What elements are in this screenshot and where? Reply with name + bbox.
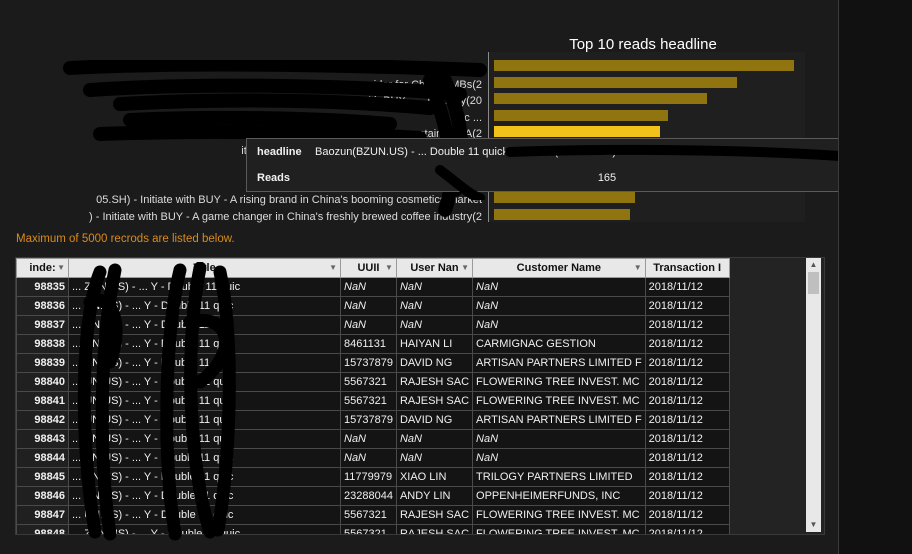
cell-uuii: NaN <box>340 277 397 297</box>
cell-transaction: 2018/11/12 <box>644 353 730 373</box>
cell-transaction: 2018/11/12 <box>644 410 730 430</box>
cell-user-name: ANDY LIN <box>395 486 474 506</box>
cell-customer-name: FLOWERING TREE INVEST. MC <box>472 372 646 392</box>
window-edge <box>839 0 912 554</box>
table-vertical-scrollbar[interactable]: ▲ ▼ <box>806 258 821 532</box>
cell-uuii: 15737879 <box>340 410 397 430</box>
cell-index: 98836 <box>16 296 69 316</box>
redaction-scribble <box>435 144 838 200</box>
cell-index: 98841 <box>16 391 69 411</box>
cell-uuii: 11779979 <box>340 467 397 487</box>
cell-index: 98835 <box>16 277 69 297</box>
cell-uuii: NaN <box>340 315 397 335</box>
cell-user-name: RAJESH SAC <box>395 505 474 525</box>
cell-customer-name: NaN <box>472 315 646 335</box>
filter-icon[interactable]: ▼ <box>461 263 469 272</box>
redaction-scribble <box>77 262 236 541</box>
column-header-user-name[interactable]: User Nan ▼ <box>395 258 474 278</box>
column-header-index[interactable]: inde: ▼ <box>16 258 69 278</box>
cell-uuii: 5567321 <box>340 505 397 525</box>
bar-1[interactable] <box>494 60 794 71</box>
cell-index: 98837 <box>16 315 69 335</box>
cell-user-name: NaN <box>395 429 474 449</box>
cell-user-name: HAIYAN LI <box>395 334 474 354</box>
cell-transaction: 2018/11/12 <box>644 296 730 316</box>
scrollbar-thumb[interactable] <box>808 272 819 294</box>
column-header-transaction[interactable]: Transaction I <box>644 258 730 278</box>
cell-uuii: 5567321 <box>340 372 397 392</box>
cell-customer-name: FLOWERING TREE INVEST. MC <box>472 505 646 525</box>
cell-uuii: NaN <box>340 296 397 316</box>
bar-3[interactable] <box>494 93 707 104</box>
dashboard-panel: Top 10 reads headline UN.US) - ... de(2 i… <box>0 0 839 554</box>
cell-transaction: 2018/11/12 <box>644 277 730 297</box>
cell-index: 98838 <box>16 334 69 354</box>
cell-transaction: 2018/11/12 <box>644 486 730 506</box>
cell-uuii: 5567321 <box>340 391 397 411</box>
cell-transaction: 2018/11/12 <box>644 467 730 487</box>
filter-icon[interactable]: ▼ <box>634 263 642 272</box>
column-header-customer-name[interactable]: Customer Name ▼ <box>472 258 646 278</box>
cell-customer-name: CARMIGNAC GESTION <box>472 334 646 354</box>
cell-user-name: NaN <box>395 277 474 297</box>
cell-customer-name: NaN <box>472 429 646 449</box>
cell-customer-name: TRILOGY PARTNERS LIMITED <box>472 467 646 487</box>
cell-user-name: DAVID NG <box>395 353 474 373</box>
cell-user-name: DAVID NG <box>395 410 474 430</box>
cell-uuii: NaN <box>340 429 397 449</box>
cell-uuii: 5567321 <box>340 524 397 534</box>
cell-user-name: NaN <box>395 448 474 468</box>
cell-uuii: 8461131 <box>340 334 397 354</box>
cell-customer-name: OPPENHEIMERFUNDS, INC <box>472 486 646 506</box>
cell-uuii: 15737879 <box>340 353 397 373</box>
cell-user-name: NaN <box>395 296 474 316</box>
cell-user-name: RAJESH SAC <box>395 524 474 534</box>
cell-user-name: XIAO LIN <box>395 467 474 487</box>
cell-transaction: 2018/11/12 <box>644 315 730 335</box>
cell-user-name: NaN <box>395 315 474 335</box>
cell-index: 98845 <box>16 467 69 487</box>
cell-transaction: 2018/11/12 <box>644 372 730 392</box>
tooltip-headline-label: headline <box>257 146 302 158</box>
cell-customer-name: ARTISAN PARTNERS LIMITED F <box>472 410 646 430</box>
scroll-down-icon[interactable]: ▼ <box>806 518 821 532</box>
filter-icon[interactable]: ▼ <box>329 263 337 272</box>
cell-customer-name: NaN <box>472 448 646 468</box>
cell-index: 98844 <box>16 448 69 468</box>
cell-user-name: RAJESH SAC <box>395 372 474 392</box>
cell-customer-name: NaN <box>472 296 646 316</box>
cell-customer-name: NaN <box>472 277 646 297</box>
cell-index: 98843 <box>16 429 69 449</box>
bar-4[interactable] <box>494 109 668 121</box>
column-header-uuii[interactable]: UUII ▼ <box>340 258 397 278</box>
cell-transaction: 2018/11/12 <box>644 334 730 354</box>
bar-10[interactable] <box>494 208 630 220</box>
cell-index: 98848 <box>16 524 69 534</box>
cell-customer-name: FLOWERING TREE INVEST. MC <box>472 524 646 534</box>
cell-index: 98847 <box>16 505 69 525</box>
cell-uuii: 23288044 <box>340 486 397 506</box>
cell-customer-name: ARTISAN PARTNERS LIMITED F <box>472 353 646 373</box>
cell-index: 98840 <box>16 372 69 392</box>
cell-transaction: 2018/11/12 <box>644 448 730 468</box>
cell-index: 98839 <box>16 353 69 373</box>
bar-2[interactable] <box>494 76 737 88</box>
cell-index: 98842 <box>16 410 69 430</box>
cell-uuii: NaN <box>340 448 397 468</box>
cell-transaction: 2018/11/12 <box>644 524 730 534</box>
bar-5[interactable] <box>494 126 660 137</box>
cell-transaction: 2018/11/12 <box>644 505 730 525</box>
chart-title: Top 10 reads headline <box>569 36 717 53</box>
cell-transaction: 2018/11/12 <box>644 429 730 449</box>
scroll-up-icon[interactable]: ▲ <box>806 258 821 272</box>
cell-index: 98846 <box>16 486 69 506</box>
records-note: Maximum of 5000 recrods are listed below… <box>16 233 235 245</box>
filter-icon[interactable]: ▼ <box>385 263 393 272</box>
cell-transaction: 2018/11/12 <box>644 391 730 411</box>
cell-customer-name: FLOWERING TREE INVEST. MC <box>472 391 646 411</box>
filter-icon[interactable]: ▼ <box>57 263 65 272</box>
cell-user-name: RAJESH SAC <box>395 391 474 411</box>
